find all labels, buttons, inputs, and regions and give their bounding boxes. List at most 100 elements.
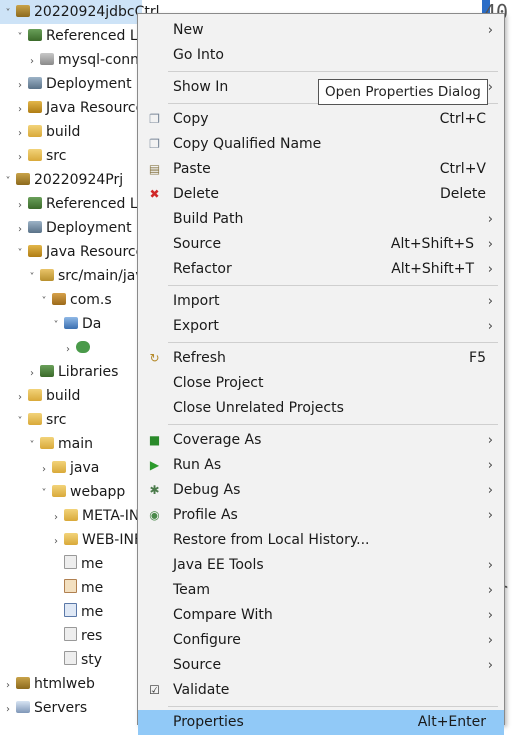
menu-item-label: Debug As (173, 482, 241, 498)
folder-icon (28, 413, 42, 425)
tree-item[interactable]: › src (0, 144, 154, 168)
menu-item-build-path[interactable]: Build Path › (138, 207, 504, 232)
menu-item-configure[interactable]: Configure › (138, 628, 504, 653)
expand-arrow-icon[interactable]: ˅ (50, 314, 62, 338)
submenu-arrow-icon: › (487, 508, 493, 523)
tree-item[interactable]: › Java Resources (0, 96, 154, 120)
collapse-arrow-icon[interactable]: › (50, 530, 62, 554)
expand-arrow-icon[interactable]: ˅ (14, 242, 26, 266)
tree-item[interactable]: ˅ 20220924Prj (0, 168, 142, 192)
menu-item-label: New (173, 22, 204, 38)
tree-item[interactable]: › htmlweb (0, 672, 142, 696)
submenu-arrow-icon: › (487, 658, 493, 673)
expand-arrow-icon[interactable]: ˅ (14, 410, 26, 434)
tree-item[interactable]: ˅ src (0, 408, 154, 432)
menu-item-label: Show In (173, 79, 229, 95)
tree-item[interactable]: › Deployment Descriptor (0, 72, 209, 98)
library-icon (28, 29, 42, 41)
menu-item-label: Copy (173, 111, 209, 127)
collapse-arrow-icon[interactable]: › (14, 98, 26, 122)
menu-item-compare-with[interactable]: Compare With › (138, 603, 504, 628)
menu-item-import[interactable]: Import › (138, 289, 504, 314)
package-icon (52, 293, 66, 305)
menu-item-paste[interactable]: ▤ Paste Ctrl+V (138, 157, 504, 182)
menu-item-shortcut: Ctrl+C (439, 111, 486, 127)
collapse-arrow-icon[interactable]: › (62, 338, 74, 362)
menu-item-team[interactable]: Team › (138, 578, 504, 603)
menu-item-close-unrelated-projects[interactable]: Close Unrelated Projects (138, 396, 504, 421)
menu-separator (168, 71, 498, 72)
collapse-arrow-icon[interactable]: › (50, 506, 62, 530)
tooltip: Open Properties Dialog (318, 79, 488, 105)
menu-separator (168, 285, 498, 286)
menu-item-java-ee-tools[interactable]: Java EE Tools › (138, 553, 504, 578)
menu-item-coverage-as[interactable]: ■ Coverage As › (138, 428, 504, 453)
expand-arrow-icon[interactable]: ˅ (14, 26, 26, 50)
menu-item-restore-from-local-history[interactable]: Restore from Local History... (138, 528, 504, 553)
collapse-arrow-icon[interactable]: › (14, 194, 26, 218)
collapse-arrow-icon[interactable]: › (14, 74, 26, 98)
tree-item-label: main (58, 436, 93, 452)
menu-item-copy-qualified-name[interactable]: ❐ Copy Qualified Name (138, 132, 504, 157)
tree-item-label: me (81, 580, 104, 596)
collapse-arrow-icon[interactable]: › (2, 698, 14, 722)
expand-arrow-icon[interactable]: ˅ (38, 482, 50, 506)
collapse-arrow-icon[interactable]: › (26, 50, 38, 74)
menu-item-delete[interactable]: ✖ Delete Delete (138, 182, 504, 207)
menu-item-label: Java EE Tools (173, 557, 264, 573)
collapse-arrow-icon[interactable]: › (14, 386, 26, 410)
tree-item[interactable]: › Referenced Libraries (0, 192, 190, 218)
expand-arrow-icon[interactable]: ˅ (2, 2, 14, 26)
submenu-arrow-icon: › (487, 23, 493, 38)
deployment-icon (28, 77, 42, 89)
menu-item-source[interactable]: Source Alt+Shift+S › (138, 232, 504, 257)
tree-item[interactable]: › Servers (0, 696, 142, 720)
tree-item[interactable]: ˅ Referenced Libraries (0, 24, 191, 50)
collapse-arrow-icon[interactable]: › (26, 362, 38, 386)
menu-item-label: Copy Qualified Name (173, 136, 322, 152)
menu-item-profile-as[interactable]: ◉ Profile As › (138, 503, 504, 528)
menu-item-source[interactable]: Source › (138, 653, 504, 678)
folder-icon (40, 437, 54, 449)
menu-item-run-as[interactable]: ▶ Run As › (138, 453, 504, 478)
tree-item[interactable]: ˅ 20220924jdbcCtrl (0, 0, 160, 26)
deployment-icon (28, 221, 42, 233)
expand-arrow-icon[interactable]: ˅ (26, 266, 38, 290)
submenu-arrow-icon: › (487, 212, 493, 227)
tree-item[interactable]: › build (0, 120, 154, 144)
menu-item-shortcut: Ctrl+V (439, 161, 486, 177)
expand-arrow-icon[interactable]: ˅ (26, 434, 38, 458)
package-folder-icon (40, 269, 54, 281)
menu-item-refresh[interactable]: ↻ Refresh F5 (138, 346, 504, 371)
tree-item-label: Servers (34, 700, 88, 716)
java-resources-icon (28, 245, 42, 257)
submenu-arrow-icon: › (487, 458, 493, 473)
collapse-arrow-icon[interactable]: › (38, 458, 50, 482)
tree-item-label: Java Resources (46, 100, 152, 116)
menu-item-debug-as[interactable]: ✱ Debug As › (138, 478, 504, 503)
menu-item-go-into[interactable]: Go Into (138, 43, 504, 68)
tree-item[interactable]: › build (0, 384, 154, 408)
menu-item-export[interactable]: Export › (138, 314, 504, 339)
menu-item-close-project[interactable]: Close Project (138, 371, 504, 396)
tree-item[interactable]: › Deployment Descriptor (0, 216, 209, 242)
menu-item-refactor[interactable]: Refactor Alt+Shift+T › (138, 257, 504, 282)
menu-item-label: Coverage As (173, 432, 262, 448)
menu-item-label: Refresh (173, 350, 226, 366)
menu-item-label: Refactor (173, 261, 232, 277)
menu-item-label: Run As (173, 457, 222, 473)
expand-arrow-icon[interactable]: ˅ (2, 170, 14, 194)
menu-item-label: Team (173, 582, 211, 598)
collapse-arrow-icon[interactable]: › (2, 674, 14, 698)
collapse-arrow-icon[interactable]: › (14, 122, 26, 146)
submenu-arrow-icon: › (487, 294, 493, 309)
project-icon (16, 677, 30, 689)
menu-item-validate[interactable]: ☑ Validate (138, 678, 504, 703)
menu-item-new[interactable]: New › (138, 18, 504, 43)
collapse-arrow-icon[interactable]: › (14, 146, 26, 170)
collapse-arrow-icon[interactable]: › (14, 218, 26, 242)
menu-item-copy[interactable]: ❐ Copy Ctrl+C (138, 107, 504, 132)
expand-arrow-icon[interactable]: ˅ (38, 290, 50, 314)
tree-item[interactable]: ˅ Java Resources (0, 240, 154, 264)
submenu-arrow-icon: › (487, 237, 493, 252)
